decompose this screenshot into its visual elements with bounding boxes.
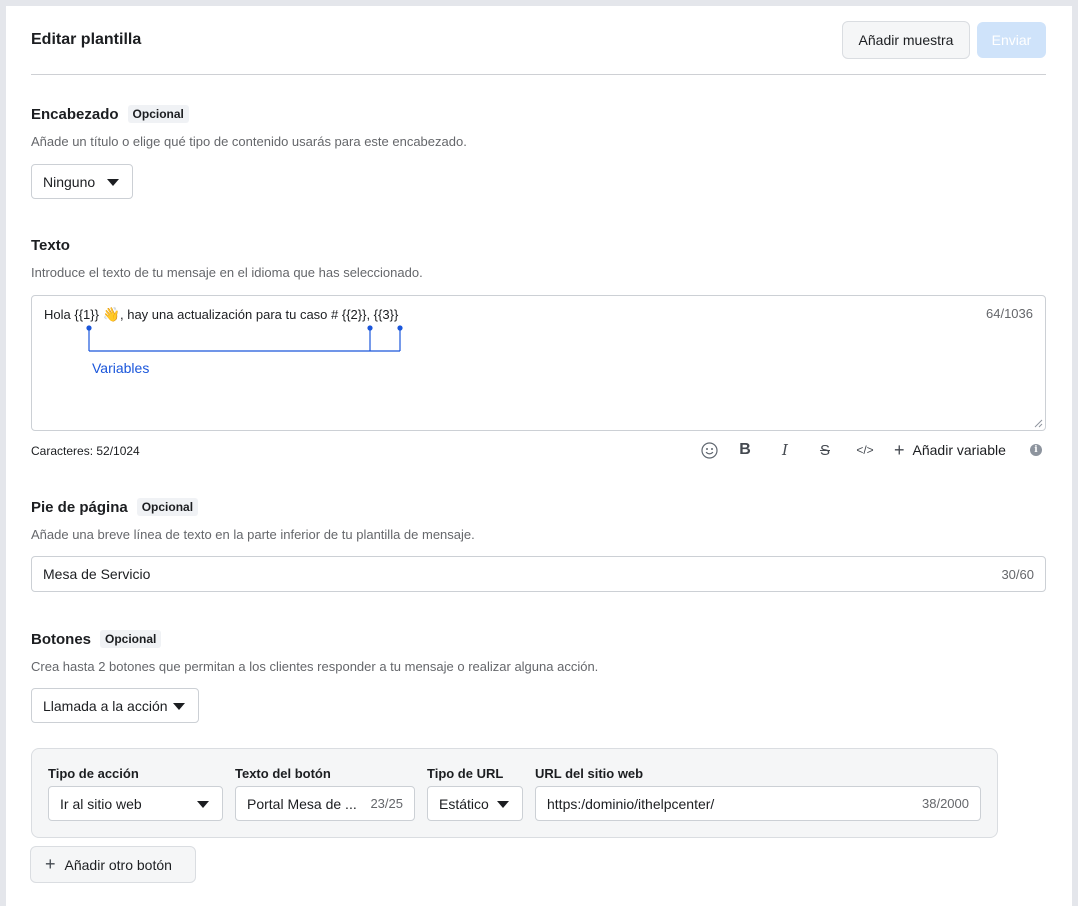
call-to-action-card: Tipo de acción Ir al sitio web Texto del… xyxy=(31,748,998,838)
italic-icon[interactable]: I xyxy=(774,439,796,461)
optional-badge: Opcional xyxy=(100,630,162,648)
caret-down-icon xyxy=(173,703,185,710)
button-text-value: Portal Mesa de ... xyxy=(247,795,357,812)
buttons-section-title: Botones xyxy=(31,630,91,648)
action-type-label: Tipo de acción xyxy=(48,766,139,781)
variables-annotation xyxy=(86,325,403,352)
header-type-select[interactable]: Ninguno xyxy=(31,164,133,199)
caret-down-icon xyxy=(197,801,209,808)
add-variable-button[interactable]: + Añadir variable xyxy=(894,439,1006,461)
header-section-heading: Encabezado Opcional xyxy=(31,105,189,123)
button-text-counter: 23/25 xyxy=(370,796,403,811)
send-button[interactable]: Enviar xyxy=(977,22,1046,58)
caret-down-icon xyxy=(497,801,509,808)
website-url-counter: 38/2000 xyxy=(922,796,969,811)
plus-icon: + xyxy=(45,854,56,874)
footer-section-title: Pie de página xyxy=(31,498,128,516)
optional-badge: Opcional xyxy=(127,105,189,123)
footer-section-heading: Pie de página Opcional xyxy=(31,498,199,516)
website-url-label: URL del sitio web xyxy=(535,766,644,781)
header-type-value: Ninguno xyxy=(43,173,96,190)
website-url-value: https:/dominio/ithelpcenter/ xyxy=(547,795,715,812)
add-another-button-label: Añadir otro botón xyxy=(64,856,172,873)
add-sample-button[interactable]: Añadir muestra xyxy=(842,21,970,59)
buttons-section-description: Crea hasta 2 botones que permitan a los … xyxy=(31,659,599,674)
buttons-section-heading: Botones Opcional xyxy=(31,630,162,648)
caret-down-icon xyxy=(107,179,119,186)
emoji-icon[interactable] xyxy=(698,439,720,461)
website-url-input[interactable]: https:/dominio/ithelpcenter/ 38/2000 xyxy=(535,786,981,821)
header-divider xyxy=(31,74,1046,75)
add-another-button[interactable]: + Añadir otro botón xyxy=(30,846,196,883)
page-title: Editar plantilla xyxy=(31,31,142,48)
buttons-type-value: Llamada a la acción xyxy=(43,697,168,714)
action-type-select[interactable]: Ir al sitio web xyxy=(48,786,223,821)
footer-input[interactable]: Mesa de Servicio 30/60 xyxy=(31,556,1046,592)
plus-icon: + xyxy=(894,439,905,460)
message-counter: 64/1036 xyxy=(986,306,1033,321)
url-type-label: Tipo de URL xyxy=(427,766,504,781)
body-section-title: Texto xyxy=(31,237,70,254)
button-text-label: Texto del botón xyxy=(235,766,331,781)
code-icon[interactable]: </> xyxy=(852,439,878,461)
characters-count: Caracteres: 52/1024 xyxy=(31,444,140,458)
resize-handle-icon[interactable] xyxy=(1033,418,1043,428)
optional-badge: Opcional xyxy=(136,498,199,516)
add-variable-label: Añadir variable xyxy=(912,442,1006,458)
footer-input-value: Mesa de Servicio xyxy=(43,566,151,582)
url-type-select[interactable]: Estático xyxy=(427,786,523,821)
url-type-value: Estático xyxy=(439,795,489,812)
message-textarea[interactable]: Hola {{1}} 👋, hay una actualización para… xyxy=(31,295,1046,431)
buttons-type-select[interactable]: Llamada a la acción xyxy=(31,688,199,723)
info-icon[interactable]: i xyxy=(1030,444,1042,456)
footer-section-description: Añade una breve línea de texto en la par… xyxy=(31,527,475,542)
footer-counter: 30/60 xyxy=(1001,566,1034,582)
header-section-description: Añade un título o elige qué tipo de cont… xyxy=(31,134,467,149)
bold-icon[interactable]: B xyxy=(734,439,756,461)
action-type-value: Ir al sitio web xyxy=(60,795,142,812)
strikethrough-icon[interactable]: S xyxy=(814,439,836,461)
button-text-input[interactable]: Portal Mesa de ... 23/25 xyxy=(235,786,415,821)
edit-template-panel: Editar plantilla Añadir muestra Enviar E… xyxy=(6,6,1072,906)
variables-annotation-label: Variables xyxy=(92,360,150,376)
body-section-description: Introduce el texto de tu mensaje en el i… xyxy=(31,265,423,280)
header-section-title: Encabezado xyxy=(31,105,119,123)
